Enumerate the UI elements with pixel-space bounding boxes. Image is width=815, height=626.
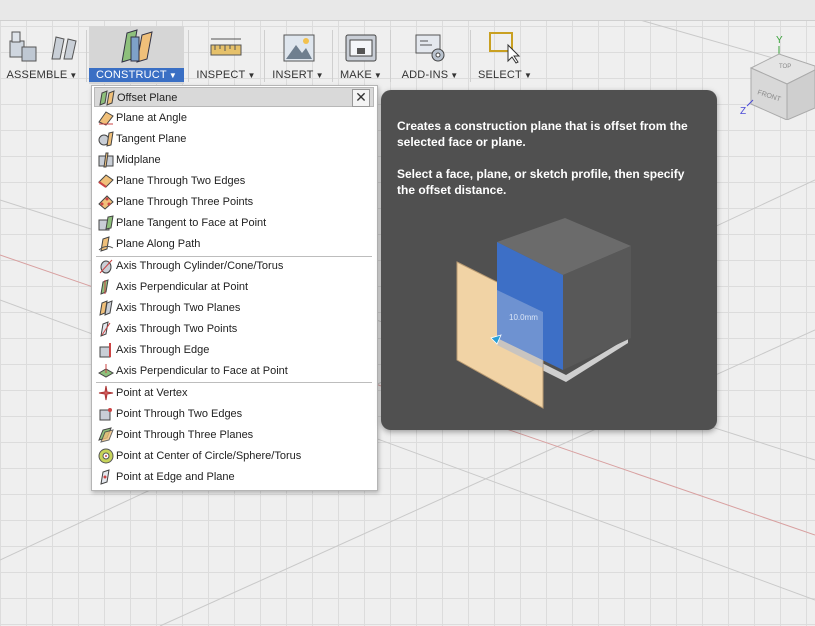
assemble-icon [9,31,77,62]
insert-image-icon [283,34,315,62]
menu-item-point-at-edge-and-plane[interactable]: Point at Edge and Plane [94,467,374,487]
construct-icon [121,29,153,63]
point-three-planes-icon [98,427,114,443]
plane-two-edges-icon [98,174,114,188]
menu-item-axis-through-two-planes[interactable]: Axis Through Two Planes [94,298,374,318]
close-menu-button[interactable]: ✕ [352,89,370,107]
toolbar-group-label: INSPECT ▼ [196,69,256,81]
menu-item-offset-plane[interactable]: Offset Plane ✕ [94,87,374,107]
menu-item-plane-at-angle[interactable]: Plane at Angle [94,108,374,128]
toolbar-separator [264,30,265,82]
axis-edge-icon [99,343,111,358]
point-two-edges-icon [99,408,112,421]
point-edge-plane-icon [100,469,110,485]
midplane-icon [98,152,114,168]
3d-printer-icon [345,34,377,62]
menu-item-axis-through-two-points[interactable]: Axis Through Two Points [94,319,374,339]
toolbar-separator [188,30,189,82]
axis-perpendicular-icon [100,279,109,295]
toolbar-separator [332,30,333,82]
tooltip-description: Creates a construction plane that is off… [397,119,688,149]
menu-item-point-through-three-planes[interactable]: Point Through Three Planes [94,425,374,445]
point-vertex-icon [98,385,114,401]
offset-plane-illustration: 10.0mm [456,218,631,409]
view-cube-axis-z: Z [740,106,746,117]
ribbon-toolbar: ASSEMBLE ▼ CONSTRUCT ▼ INSPECT ▼ INSERT ▼ [0,26,540,86]
menu-item-axis-perpendicular-at-point[interactable]: Axis Perpendicular at Point [94,277,374,297]
toolbar-group-insert[interactable]: INSERT ▼ [266,26,330,84]
offset-plane-tooltip: Creates a construction plane that is off… [381,90,717,430]
toolbar-group-construct[interactable]: CONSTRUCT ▼ [89,26,184,84]
view-cube-top-label: TOP [779,64,791,70]
axis-perp-face-icon [98,364,114,378]
toolbar-group-select[interactable]: SELECT ▼ [472,26,538,84]
toolbar-separator [470,30,471,82]
measure-ruler-icon [210,38,242,56]
add-ins-gear-icon [415,34,445,62]
axis-two-planes-icon [99,300,113,316]
toolbar-separator [390,30,391,82]
offset-plane-icon [99,90,115,106]
select-cursor-icon [489,32,521,64]
menu-item-point-at-vertex[interactable]: Point at Vertex [94,383,374,403]
menu-item-axis-through-cylinder[interactable]: Axis Through Cylinder/Cone/Torus [94,256,374,276]
toolbar-group-label: INSERT ▼ [272,69,324,81]
title-bar [0,0,815,21]
plane-tangent-face-icon [98,215,114,231]
menu-item-plane-along-path[interactable]: Plane Along Path [94,234,374,254]
view-cube[interactable]: Y TOP FRONT Z [735,30,815,120]
toolbar-group-inspect[interactable]: INSPECT ▼ [190,26,262,84]
plane-along-path-icon [98,236,114,252]
menu-item-axis-through-edge[interactable]: Axis Through Edge [94,340,374,360]
toolbar-group-label: ADD-INS ▼ [401,69,459,81]
toolbar-separator [86,30,87,82]
axis-two-points-icon [100,321,111,337]
menu-item-axis-perpendicular-to-face[interactable]: Axis Perpendicular to Face at Point [94,361,374,381]
tangent-plane-icon [98,131,114,147]
toolbar-group-label: ASSEMBLE ▼ [6,69,78,81]
toolbar-group-make[interactable]: MAKE ▼ [334,26,388,84]
toolbar-group-label: SELECT ▼ [477,69,533,81]
plane-three-points-icon [98,195,114,210]
plane-angle-icon [98,111,114,126]
menu-item-plane-tangent-to-face[interactable]: Plane Tangent to Face at Point [94,213,374,233]
menu-item-midplane[interactable]: Midplane [94,150,374,170]
menu-item-point-through-two-edges[interactable]: Point Through Two Edges [94,404,374,424]
toolbar-group-assemble[interactable]: ASSEMBLE ▼ [0,26,84,84]
toolbar-group-label: CONSTRUCT ▼ [89,68,184,82]
view-cube-axis-y: Y [776,35,783,46]
menu-item-plane-through-two-edges[interactable]: Plane Through Two Edges [94,171,374,191]
tooltip-instructions: Select a face, plane, or sketch profile,… [397,167,685,197]
menu-item-point-at-center[interactable]: Point at Center of Circle/Sphere/Torus [94,446,374,466]
construct-dropdown-menu: Offset Plane ✕ Plane at Angle Tangent Pl… [91,85,378,491]
offset-distance-label: 10.0mm [509,313,538,322]
axis-cylinder-icon [99,259,113,274]
menu-item-tangent-plane[interactable]: Tangent Plane [94,129,374,149]
toolbar-group-label: MAKE ▼ [339,69,383,81]
toolbar-group-add-ins[interactable]: ADD-INS ▼ [392,26,468,84]
menu-item-plane-through-three-points[interactable]: Plane Through Three Points [94,192,374,212]
point-center-icon [98,448,114,464]
